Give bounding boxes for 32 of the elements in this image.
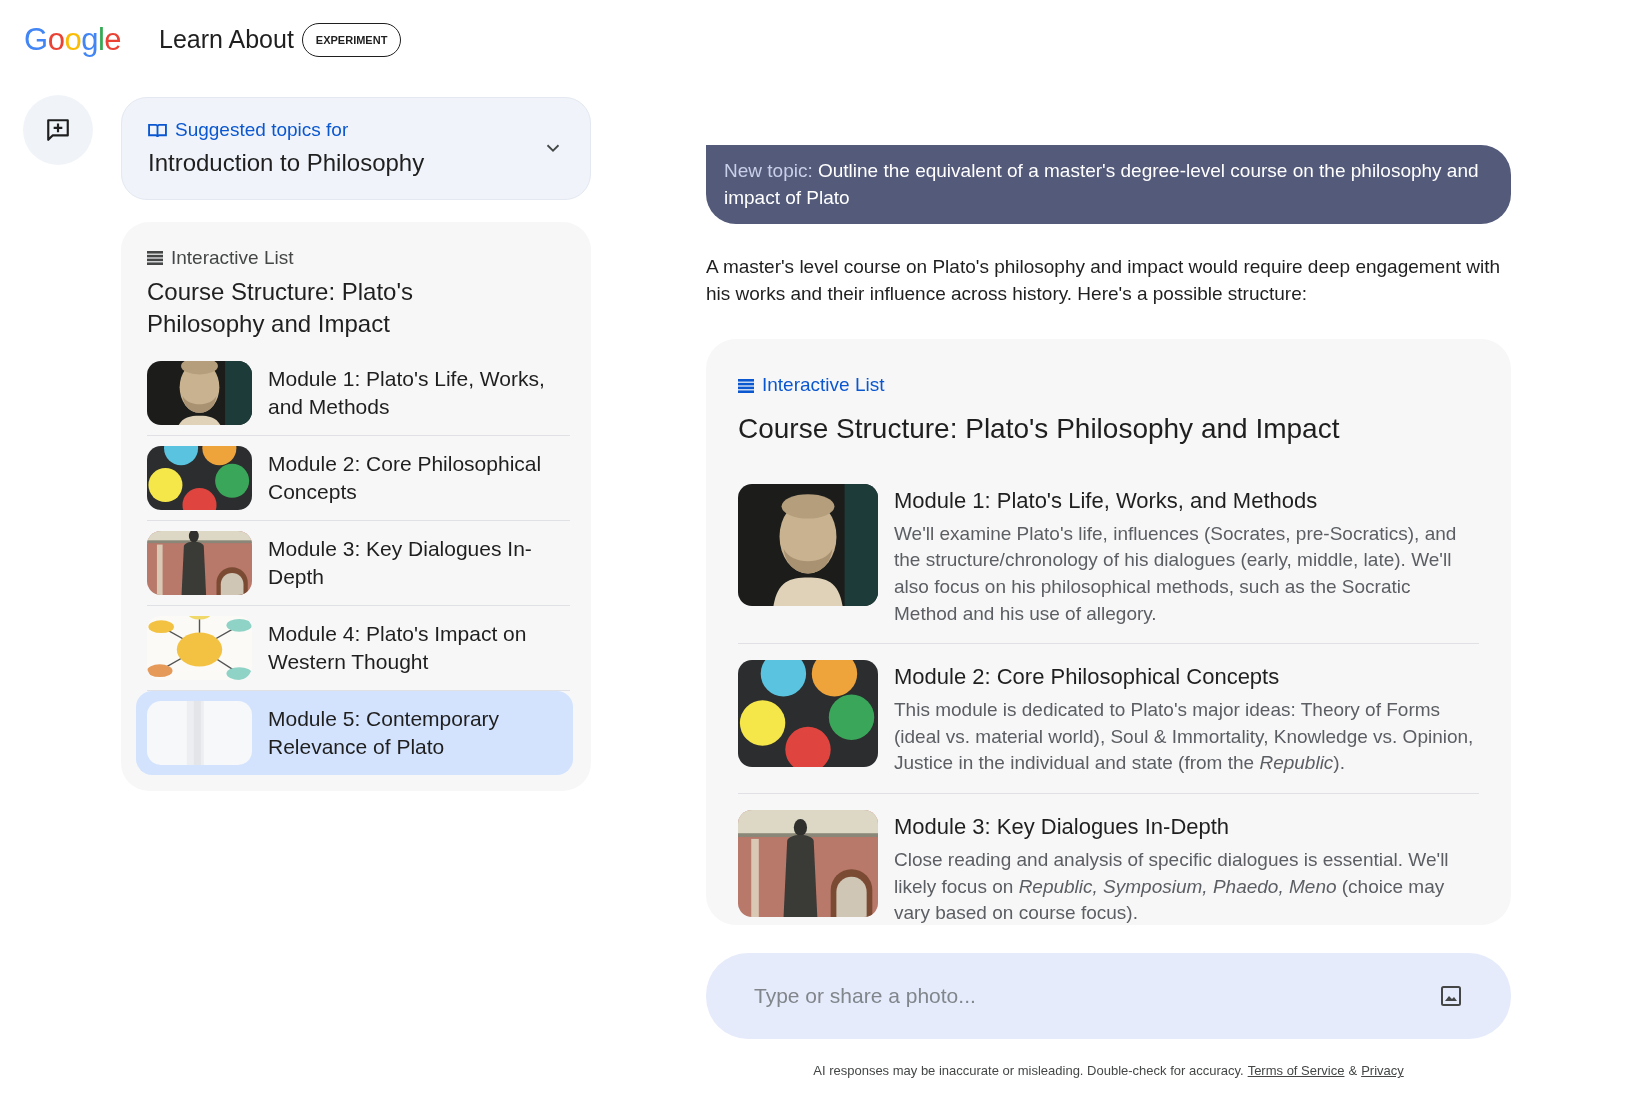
module-title[interactable]: Module 3: Key Dialogues In-Depth <box>894 810 1479 844</box>
topic-title: Introduction to Philosophy <box>148 147 426 178</box>
app-title: Learn About <box>159 24 294 56</box>
module-item[interactable]: Module 5: Contemporary Relevance of Plato <box>136 690 573 775</box>
module-title[interactable]: Module 2: Core Philosophical Concepts <box>894 660 1479 694</box>
module-item[interactable]: Module 1: Plato's Life, Works, and Methods <box>147 350 570 436</box>
list-icon <box>738 378 754 393</box>
module-item[interactable]: Module 4: Plato's Impact on Western Thought <box>147 605 570 691</box>
answer-text: A master's level course on Plato's philosophy and impact would require deep engagement with his works and their influence across history. Here's a possible structure: <box>706 255 1502 306</box>
separator-text: & <box>1348 1062 1358 1081</box>
module-description: We'll examine Plato's life, influences (Socrates, pre-Socratics), and the structure/chronology of his dialogues (early, middle, late). We'll also focus on his philosophical methods, such as the Socratic Method and his use of allegory. <box>894 521 1458 626</box>
footer-link[interactable]: Terms of Service <box>1247 1061 1345 1081</box>
module-item[interactable]: Module 3: Key Dialogues In-Depth <box>147 520 570 606</box>
module-item[interactable]: Module 2: Core Philosophical Concepts <box>147 435 570 521</box>
list-title: Course Structure: Plato's Philosophy and Impact <box>738 411 1341 446</box>
suggested-label: Suggested topics for <box>175 118 349 142</box>
prompt-text: New topic: Outline the equivalent of a master's degree-level course on the philosophy and impact of Plato <box>724 159 1480 210</box>
footer-link[interactable]: Privacy <box>1361 1061 1404 1081</box>
module-title[interactable]: Module 1: Plato's Life, Works, and Methods <box>894 483 1479 517</box>
new-chat-icon <box>45 117 71 143</box>
book-icon <box>148 122 167 138</box>
list-label: Interactive List <box>171 245 294 270</box>
disclaimer-text: AI responses may be inaccurate or misleading. Double-check for accuracy. <box>813 1062 1244 1081</box>
suggested-topics-dropdown[interactable]: Suggested topics for Introduction to Philosophy <box>121 97 591 200</box>
list-icon <box>147 250 163 265</box>
list-label: Interactive List <box>762 373 885 398</box>
message-input[interactable]: Type or share a photo... <box>706 953 1511 1040</box>
module-description: Close reading and analysis of specific dialogues is essential. We'll likely focus on Republic, Symposium, Phaedo, Meno (choice may vary based on course focus). <box>894 848 1450 926</box>
list-title: Course Structure: Plato's Philosophy and Impact <box>147 277 415 340</box>
image-icon[interactable] <box>1439 984 1463 1009</box>
module-description: This module is dedicated to Plato's major ideas: Theory of Forms (ideal vs. material world), Soul & Immortality, Knowledge vs. Opinion, Justice in the individual and state (from the Republic). <box>894 698 1475 776</box>
google-logo: Google <box>24 20 121 59</box>
